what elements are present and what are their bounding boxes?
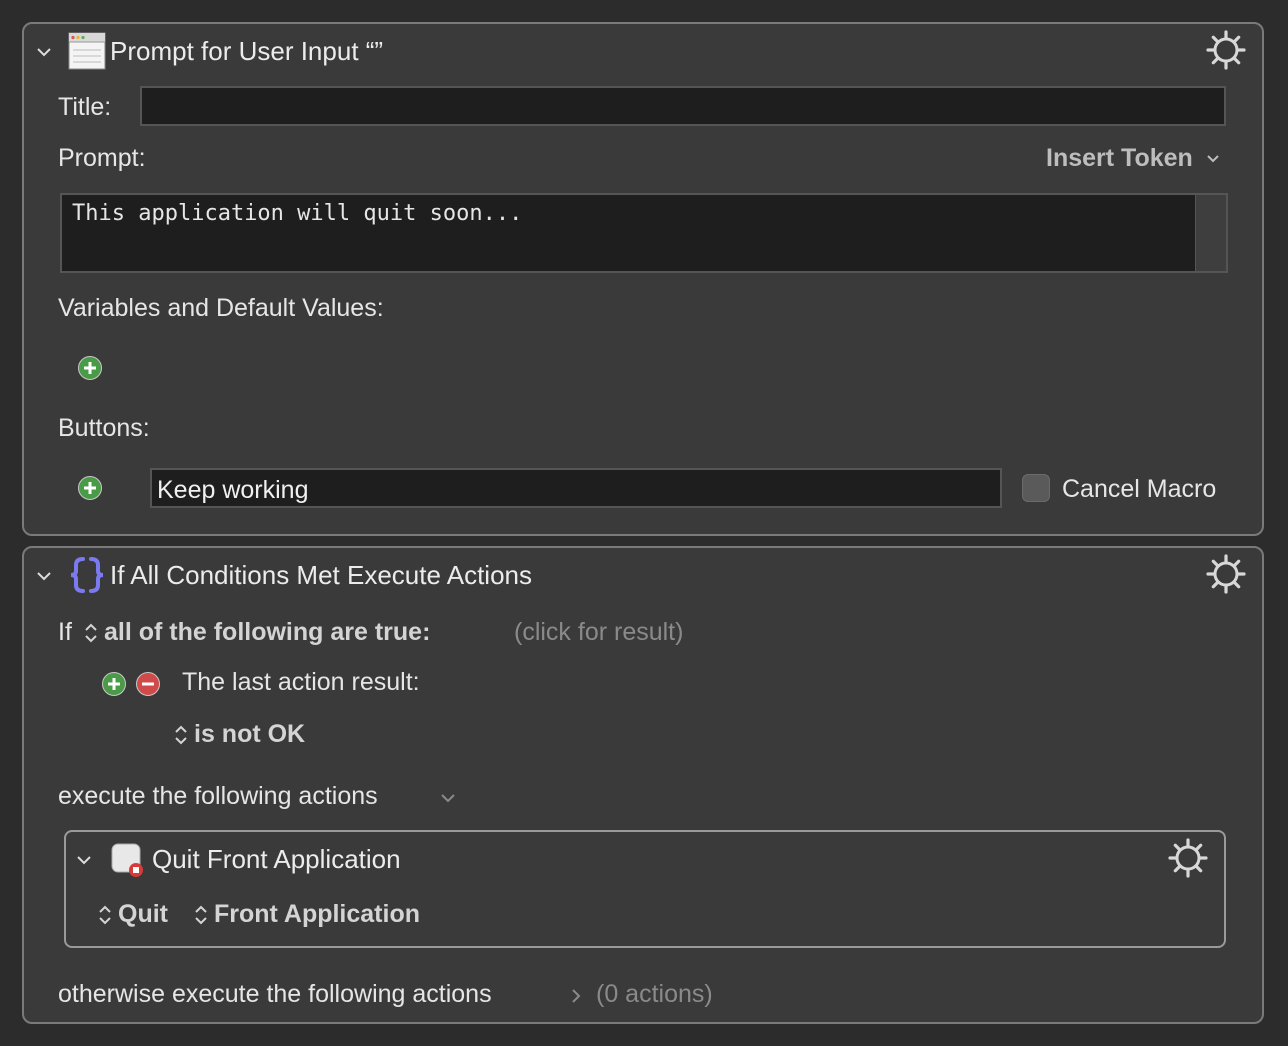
- title-label: Title:: [58, 93, 112, 121]
- chevron-right-icon[interactable]: [568, 988, 584, 1004]
- gear-icon[interactable]: [1206, 554, 1246, 594]
- quit-mode-popup[interactable]: Quit: [98, 900, 168, 929]
- up-down-arrows-icon: [175, 725, 187, 745]
- quit-app-icon: [111, 843, 143, 877]
- quit-front-application-action: Quit Front Application Quit Front Applic…: [64, 830, 1226, 948]
- action-title: Prompt for User Input “”: [110, 36, 384, 66]
- chevron-down-icon: [1207, 155, 1219, 163]
- prompt-text-area[interactable]: This application will quit soon...: [60, 193, 1228, 273]
- prompt-scrollbar[interactable]: [1195, 195, 1226, 271]
- prompt-window-icon: [68, 32, 106, 70]
- gear-icon[interactable]: [1168, 838, 1208, 878]
- if-conditions-action: If All Conditions Met Execute Actions If…: [22, 546, 1264, 1024]
- variables-label: Variables and Default Values:: [58, 294, 384, 322]
- collapse-chevron-icon[interactable]: [36, 568, 52, 584]
- add-variable-icon[interactable]: [78, 356, 102, 380]
- button-name-field[interactable]: Keep working: [150, 468, 1002, 508]
- gear-icon[interactable]: [1206, 30, 1246, 70]
- braces-icon: [70, 557, 104, 593]
- execute-label: execute the following actions: [58, 782, 378, 810]
- quit-target-popup[interactable]: Front Application: [194, 900, 420, 929]
- condition-label: The last action result:: [182, 668, 420, 696]
- up-down-arrows-icon: [99, 905, 111, 925]
- action-title: Quit Front Application: [152, 844, 401, 874]
- if-label: If: [58, 618, 72, 646]
- cancel-macro-label: Cancel Macro: [1062, 475, 1217, 503]
- cancel-macro-checkbox[interactable]: [1022, 474, 1050, 502]
- collapse-chevron-icon[interactable]: [76, 852, 92, 868]
- condition-value-popup[interactable]: is not OK: [174, 720, 305, 749]
- title-field[interactable]: [140, 86, 1226, 126]
- up-down-arrows-icon: [195, 905, 207, 925]
- add-condition-icon[interactable]: [102, 672, 126, 696]
- insert-token-menu[interactable]: Insert Token: [1046, 144, 1220, 173]
- collapse-chevron-icon[interactable]: [36, 44, 52, 60]
- click-for-result-link[interactable]: (click for result): [514, 618, 683, 647]
- prompt-for-user-input-action: Prompt for User Input “” Title: Prompt: …: [22, 22, 1264, 536]
- buttons-label: Buttons:: [58, 414, 150, 442]
- execute-chevron-down-icon[interactable]: [440, 790, 456, 806]
- action-title: If All Conditions Met Execute Actions: [110, 560, 532, 590]
- prompt-label: Prompt:: [58, 144, 146, 172]
- add-button-icon[interactable]: [78, 476, 102, 500]
- up-down-arrows-icon: [85, 623, 97, 643]
- otherwise-label: otherwise execute the following actions: [58, 980, 492, 1008]
- condition-mode-popup[interactable]: all of the following are true:: [84, 618, 430, 647]
- otherwise-count: (0 actions): [596, 980, 713, 1008]
- remove-condition-icon[interactable]: [136, 672, 160, 696]
